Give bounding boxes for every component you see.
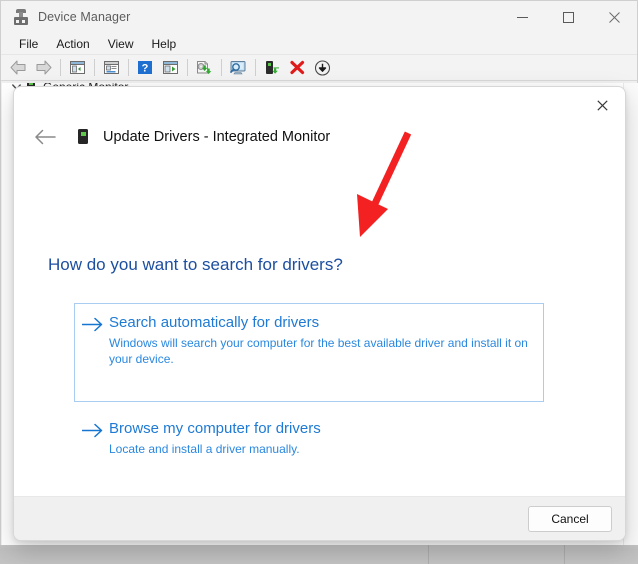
arrow-right-icon xyxy=(75,419,109,457)
scan-monitor-icon[interactable] xyxy=(226,57,250,79)
separator xyxy=(221,59,222,76)
dialog-title: Update Drivers - Integrated Monitor xyxy=(103,129,331,145)
toolbar: ? xyxy=(1,55,637,81)
separator xyxy=(94,59,95,76)
menu-view[interactable]: View xyxy=(99,34,143,54)
menu-file[interactable]: File xyxy=(10,34,47,54)
menu-bar: File Action View Help xyxy=(1,33,637,55)
menu-help[interactable]: Help xyxy=(143,34,186,54)
arrow-right-icon xyxy=(75,313,109,367)
separator xyxy=(128,59,129,76)
option-title: Browse my computer for drivers xyxy=(109,420,321,437)
show-hidden-devices-icon[interactable] xyxy=(65,57,89,79)
option-browse-my-computer[interactable]: Browse my computer for drivers Locate an… xyxy=(74,409,544,469)
properties-icon[interactable] xyxy=(99,57,123,79)
window-controls xyxy=(499,1,637,33)
dialog-header: Update Drivers - Integrated Monitor xyxy=(14,117,625,157)
option-search-automatically[interactable]: Search automatically for drivers Windows… xyxy=(74,303,544,402)
minimize-icon[interactable] xyxy=(499,1,545,33)
maximize-icon[interactable] xyxy=(545,1,591,33)
monitor-device-icon xyxy=(75,129,91,145)
uninstall-device-icon[interactable] xyxy=(285,57,309,79)
cancel-button[interactable]: Cancel xyxy=(528,506,612,532)
option-description: Locate and install a driver manually. xyxy=(109,442,300,456)
option-description: Windows will search your computer for th… xyxy=(109,336,528,366)
option-title: Search automatically for drivers xyxy=(109,314,320,331)
separator xyxy=(255,59,256,76)
device-manager-icon xyxy=(13,9,29,25)
dialog-footer: Cancel xyxy=(14,496,625,540)
install-device-icon[interactable] xyxy=(310,57,334,79)
back-icon[interactable] xyxy=(6,57,30,79)
menu-action[interactable]: Action xyxy=(47,34,98,54)
title-bar: Device Manager xyxy=(1,1,637,33)
separator xyxy=(60,59,61,76)
svg-text:?: ? xyxy=(142,63,149,75)
forward-icon[interactable] xyxy=(31,57,55,79)
update-drivers-dialog: Update Drivers - Integrated Monitor How … xyxy=(13,86,626,541)
dialog-question: How do you want to search for drivers? xyxy=(48,255,343,274)
update-driver-icon[interactable] xyxy=(192,57,216,79)
close-icon[interactable] xyxy=(591,1,637,33)
help-icon[interactable]: ? xyxy=(133,57,157,79)
disable-device-icon[interactable] xyxy=(260,57,284,79)
back-arrow-icon[interactable] xyxy=(28,120,62,154)
scan-for-hardware-changes-icon[interactable] xyxy=(158,57,182,79)
screen: Device Manager File Action View Help ? U… xyxy=(0,0,638,564)
window-title: Device Manager xyxy=(38,10,131,24)
separator xyxy=(187,59,188,76)
